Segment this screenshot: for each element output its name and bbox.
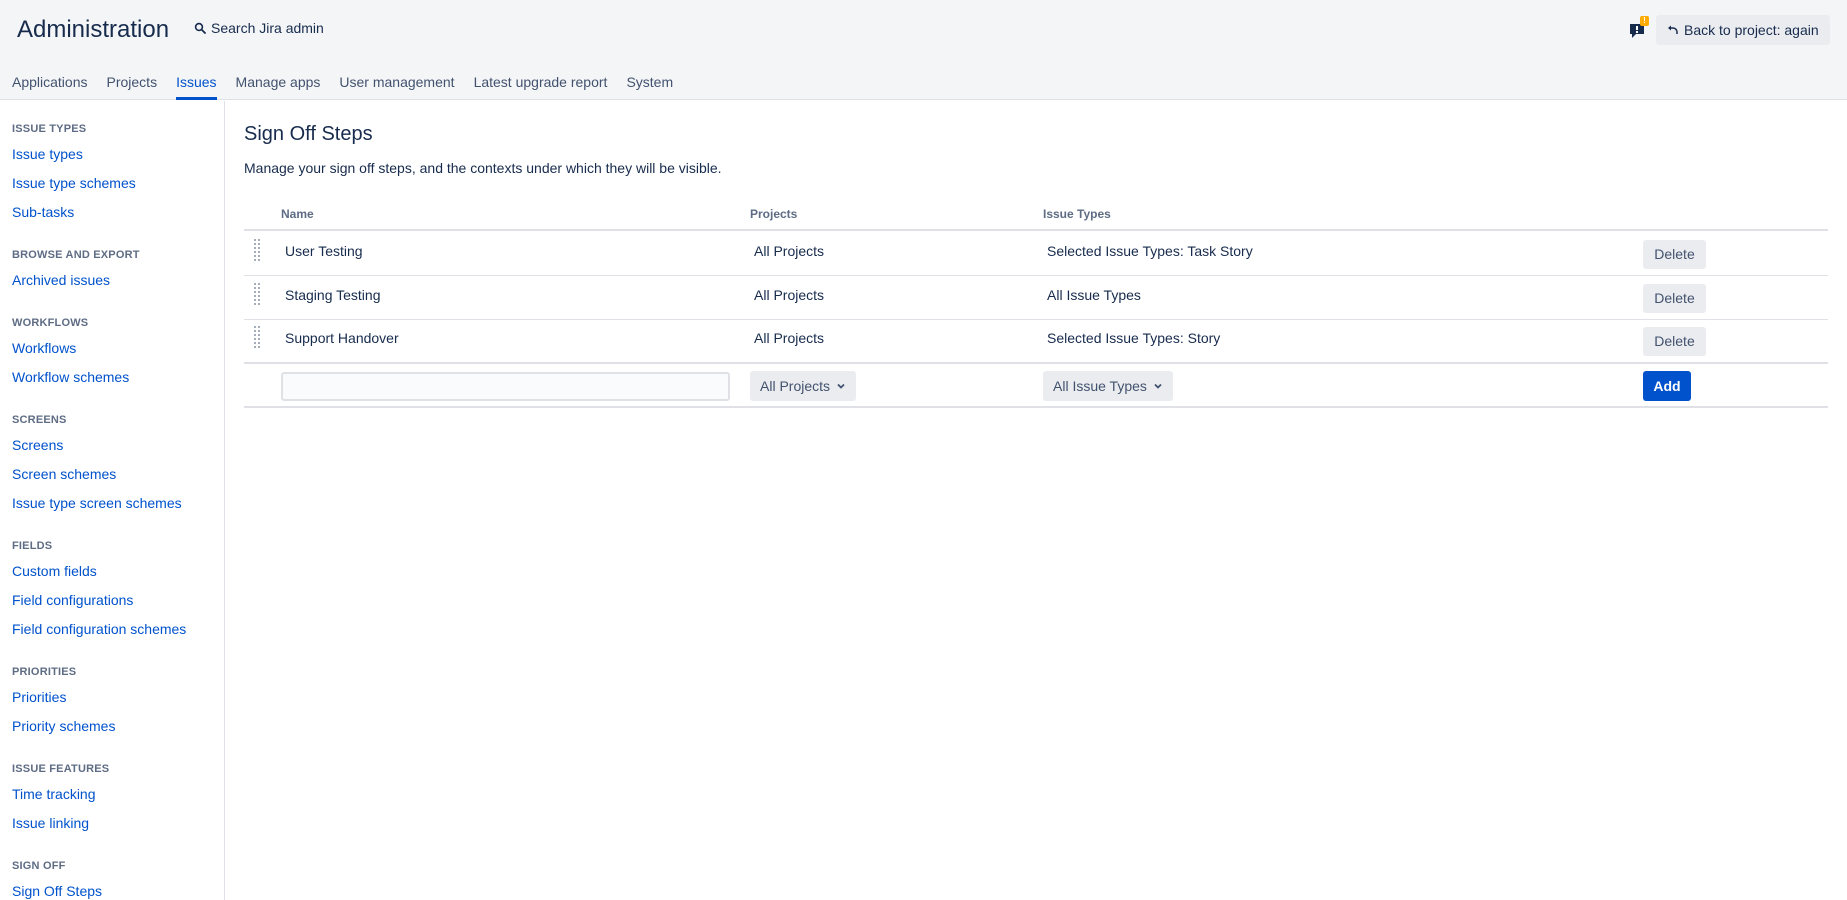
row-projects: All Projects	[754, 330, 825, 346]
sidebar-item-archived-issues[interactable]: Archived issues	[12, 272, 110, 288]
chevron-down-icon	[1154, 383, 1162, 389]
page-description: Manage your sign off steps, and the cont…	[244, 160, 722, 176]
sidebar-heading-browse-export: BROWSE AND EXPORT	[12, 249, 140, 261]
sidebar-item-priority-schemes[interactable]: Priority schemes	[12, 718, 115, 734]
drag-handle-icon[interactable]	[254, 283, 262, 307]
sidebar-item-issue-linking[interactable]: Issue linking	[12, 815, 89, 831]
admin-title: Administration	[17, 16, 170, 43]
row-issue-types: All Issue Types	[1047, 287, 1141, 303]
sidebar-item-screen-schemes[interactable]: Screen schemes	[12, 466, 116, 482]
back-to-project-button[interactable]: Back to project: again	[1656, 15, 1830, 45]
table-row: Staging Testing All Projects All Issue T…	[244, 276, 1828, 320]
issue-types-select[interactable]: All Issue Types	[1043, 371, 1173, 401]
column-header-name: Name	[281, 207, 314, 221]
table-row: User Testing All Projects Selected Issue…	[244, 232, 1828, 276]
sidebar-heading-issue-features: ISSUE FEATURES	[12, 763, 110, 775]
tab-user-management[interactable]: User management	[339, 62, 454, 100]
sidebar-item-screens[interactable]: Screens	[12, 437, 63, 453]
issue-types-select-value: All Issue Types	[1053, 378, 1147, 394]
delete-button[interactable]: Delete	[1643, 284, 1706, 313]
row-name: User Testing	[285, 243, 363, 259]
row-issue-types: Selected Issue Types: Task Story	[1047, 243, 1253, 259]
row-projects: All Projects	[754, 287, 825, 303]
row-projects: All Projects	[754, 243, 825, 259]
drag-handle-icon[interactable]	[254, 326, 262, 350]
tab-latest-upgrade-report[interactable]: Latest upgrade report	[474, 62, 608, 100]
sidebar-heading-workflows: WORKFLOWS	[12, 317, 89, 329]
add-button[interactable]: Add	[1643, 371, 1691, 401]
sidebar-item-workflow-schemes[interactable]: Workflow schemes	[12, 369, 129, 385]
row-issue-types: Selected Issue Types: Story	[1047, 330, 1221, 346]
projects-select[interactable]: All Projects	[750, 371, 857, 401]
admin-header: Administration Search Jira admin ! Back …	[0, 0, 1847, 100]
sidebar: ISSUE TYPES Issue types Issue type schem…	[0, 101, 225, 900]
sidebar-item-workflows[interactable]: Workflows	[12, 340, 76, 356]
column-header-issue-types: Issue Types	[1043, 207, 1111, 221]
row-name: Staging Testing	[285, 287, 381, 303]
sidebar-item-field-configuration-schemes[interactable]: Field configuration schemes	[12, 621, 186, 637]
table-header: Name Projects Issue Types	[244, 201, 1828, 231]
page-title: Sign Off Steps	[244, 123, 373, 145]
sidebar-heading-sign-off: SIGN OFF	[12, 860, 66, 872]
sidebar-heading-screens: SCREENS	[12, 414, 67, 426]
new-step-name-input[interactable]	[281, 372, 730, 401]
tab-projects[interactable]: Projects	[107, 62, 158, 100]
sidebar-item-issue-type-schemes[interactable]: Issue type schemes	[12, 175, 136, 191]
sidebar-heading-issue-types: ISSUE TYPES	[12, 123, 87, 135]
feedback-button[interactable]: !	[1629, 16, 1649, 40]
tab-issues[interactable]: Issues	[176, 62, 218, 100]
tab-system[interactable]: System	[626, 62, 673, 100]
table-row: Support Handover All Projects Selected I…	[244, 319, 1828, 363]
sidebar-item-sub-tasks[interactable]: Sub-tasks	[12, 204, 74, 220]
sidebar-item-sign-off-steps[interactable]: Sign Off Steps	[12, 883, 102, 899]
sidebar-item-issue-types[interactable]: Issue types	[12, 146, 83, 162]
sidebar-item-priorities[interactable]: Priorities	[12, 689, 66, 705]
chevron-down-icon	[837, 383, 845, 389]
delete-button[interactable]: Delete	[1643, 327, 1706, 356]
delete-button[interactable]: Delete	[1643, 240, 1706, 269]
add-sign-off-step-form: All Projects All Issue Types Add	[244, 362, 1828, 408]
sidebar-heading-fields: FIELDS	[12, 540, 53, 552]
sidebar-heading-priorities: PRIORITIES	[12, 666, 77, 678]
projects-select-value: All Projects	[760, 378, 831, 394]
sidebar-item-time-tracking[interactable]: Time tracking	[12, 786, 96, 802]
sidebar-item-custom-fields[interactable]: Custom fields	[12, 563, 97, 579]
search-jira-admin[interactable]: Search Jira admin	[194, 20, 324, 36]
feedback-badge: !	[1640, 16, 1649, 26]
back-label: Back to project: again	[1684, 22, 1819, 38]
tab-manage-apps[interactable]: Manage apps	[236, 62, 321, 100]
search-label: Search Jira admin	[211, 20, 324, 36]
column-header-projects: Projects	[750, 207, 798, 221]
tab-applications[interactable]: Applications	[12, 62, 88, 100]
drag-handle-icon[interactable]	[254, 239, 262, 263]
back-arrow-icon	[1668, 25, 1678, 34]
row-name: Support Handover	[285, 330, 399, 346]
sidebar-item-issue-type-screen-schemes[interactable]: Issue type screen schemes	[12, 495, 182, 511]
sidebar-item-field-configurations[interactable]: Field configurations	[12, 592, 133, 608]
search-icon	[194, 22, 206, 34]
admin-top-nav: Applications Projects Issues Manage apps…	[0, 62, 680, 100]
